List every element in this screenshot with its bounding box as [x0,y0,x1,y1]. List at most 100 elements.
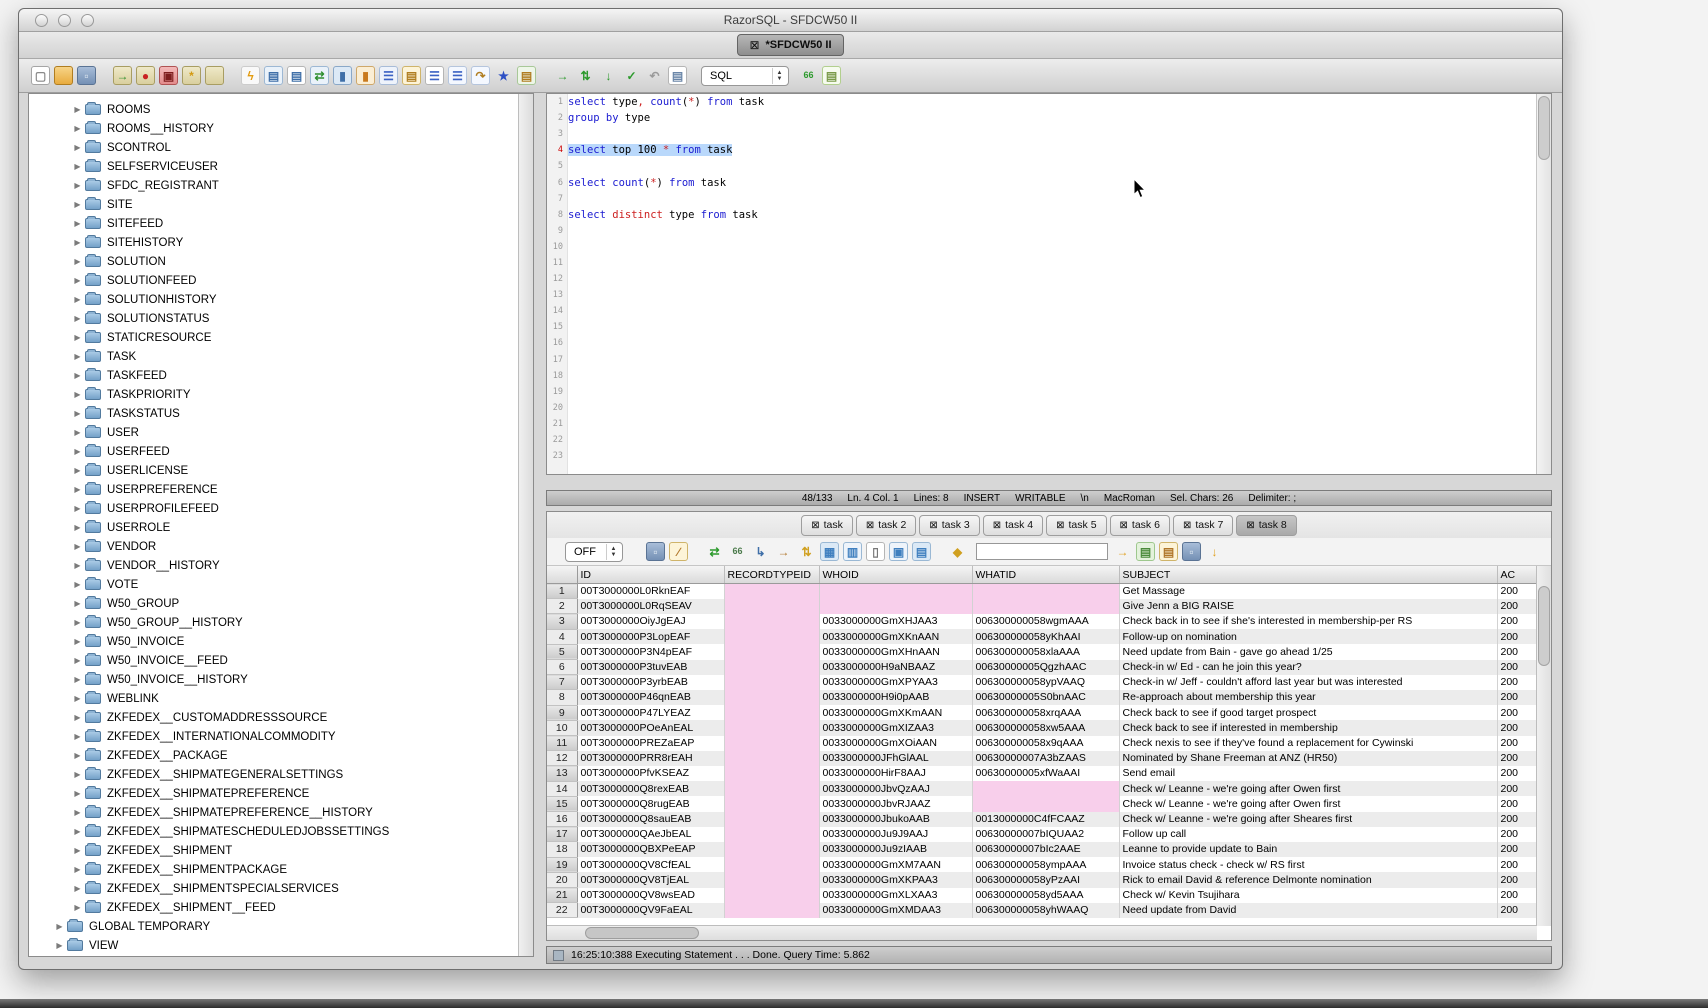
commit-icon[interactable]: ✓ [622,66,641,85]
result-tab-task-6[interactable]: ⊠task 6 [1110,515,1170,536]
tree-item[interactable]: ▶W50_GROUP [29,594,518,613]
tree-item[interactable]: ▶ZKFEDEX__SHIPMATEPREFERENCE [29,784,518,803]
table-cell[interactable]: 0013000000C4fFCAAZ [972,812,1119,827]
disclosure-triangle-icon[interactable]: ▶ [70,447,85,456]
disclosure-triangle-icon[interactable]: ▶ [70,466,85,475]
table-row[interactable]: 1300T3000000PfvKSEAZ0033000000HirF8AAJ00… [547,766,1551,781]
disclosure-triangle-icon[interactable]: ▶ [70,276,85,285]
tree-item[interactable]: ▶SITEFEED [29,214,518,233]
table-row[interactable]: 1100T3000000PREZaEAP0033000000GmXOiAAN00… [547,736,1551,751]
table-cell[interactable]: 006300000058yhWAAQ [972,903,1119,918]
editor-line[interactable]: 18 [547,368,1536,384]
editor-line[interactable]: 2group by type [547,110,1536,126]
tree-item[interactable]: ▶USERPROFILEFEED [29,499,518,518]
disconnect-database-icon[interactable]: ● [136,66,155,85]
table-cell[interactable]: Check w/ Leanne - we're going after Shea… [1119,812,1497,827]
table-cell[interactable]: 0033000000GmXOiAAN [819,736,972,751]
table-cell[interactable] [819,584,972,599]
copy-rows-icon[interactable]: ▣ [889,542,908,561]
insert-row-icon[interactable]: → [774,542,793,561]
panel-splitter[interactable] [534,93,546,957]
result-tab-task-5[interactable]: ⊠task 5 [1046,515,1106,536]
table-cell[interactable] [724,827,819,842]
table-cell[interactable] [724,796,819,811]
editor-line[interactable]: 6select count(*) from task [547,174,1536,190]
column-header-recordtypeid[interactable]: RECORDTYPEID [724,566,819,584]
help-book-icon[interactable]: ▮ [356,66,375,85]
edit-cell-icon[interactable]: ↳ [751,542,770,561]
table-row[interactable]: 2000T3000000QV8TjEAL0033000000GmXKPAA300… [547,872,1551,887]
table-cell[interactable]: 00630000005QgzhAAC [972,660,1119,675]
table-cell[interactable]: Nominated by Shane Freeman at ANZ (HR50) [1119,751,1497,766]
close-tab-icon[interactable]: ⊠ [811,520,819,531]
disclosure-triangle-icon[interactable]: ▶ [70,580,85,589]
disclosure-triangle-icon[interactable]: ▶ [70,903,85,912]
tree-item[interactable]: ▶VENDOR__HISTORY [29,556,518,575]
editor-line[interactable]: 20 [547,400,1536,416]
table-cell[interactable] [724,781,819,796]
table-cell[interactable]: 0033000000GmXHJAA3 [819,614,972,629]
tree-item[interactable]: ▶W50_INVOICE [29,632,518,651]
export-table-icon[interactable]: ▤ [517,66,536,85]
table-cell[interactable] [724,599,819,614]
disclosure-triangle-icon[interactable]: ▶ [70,827,85,836]
table-cell[interactable] [972,599,1119,614]
table-cell[interactable]: 00T3000000PREZaEAP [577,736,724,751]
table-row[interactable]: 100T3000000L0RknEAFGet Massage200 [547,584,1551,599]
table-cell[interactable]: 00T3000000QV8wsEAD [577,888,724,903]
table-cell[interactable]: 00T3000000PfvKSEAZ [577,766,724,781]
grid-horizontal-scrollbar[interactable] [547,925,1537,940]
table-row[interactable]: 2200T3000000QV9FaEAL0033000000GmXMDAA300… [547,903,1551,918]
editor-line[interactable]: 19 [547,384,1536,400]
table-cell[interactable]: 0033000000HirF8AAJ [819,766,972,781]
disclosure-triangle-icon[interactable]: ▶ [70,751,85,760]
format-sql-icon[interactable]: ☰ [425,66,444,85]
disclosure-triangle-icon[interactable]: ▶ [70,865,85,874]
table-row[interactable]: 1900T3000000QV8CfEAL0033000000GmXM7AAN00… [547,857,1551,872]
tree-item[interactable]: ▶ZKFEDEX__SHIPMENT__FEED [29,898,518,917]
table-cell[interactable]: 00T3000000P3tuvEAB [577,660,724,675]
table-row[interactable]: 600T3000000P3tuvEAB0033000000H9aNBAAZ006… [547,660,1551,675]
tree-item[interactable]: ▶VOTE [29,575,518,594]
table-row[interactable]: 1800T3000000QBXPeEAP0033000000Ju9zIAAB00… [547,842,1551,857]
convert-sql-icon[interactable]: ↷ [471,66,490,85]
result-tab-task-3[interactable]: ⊠task 3 [919,515,979,536]
disclosure-triangle-icon[interactable]: ▶ [70,808,85,817]
results-table[interactable]: IDRECORDTYPEIDWHOIDWHATIDSUBJECTAC100T30… [547,566,1551,918]
tree-item[interactable]: ▶USERLICENSE [29,461,518,480]
disclosure-triangle-icon[interactable]: ▶ [70,732,85,741]
disclosure-triangle-icon[interactable]: ▶ [70,713,85,722]
tree-item[interactable]: ▶SELFSERVICEUSER [29,157,518,176]
disclosure-triangle-icon[interactable]: ▶ [70,371,85,380]
rollback-icon[interactable]: ↶ [645,66,664,85]
editor-line[interactable]: 13 [547,287,1536,303]
table-cell[interactable] [972,796,1119,811]
column-header-whatid[interactable]: WHATID [972,566,1119,584]
result-tab-task-7[interactable]: ⊠task 7 [1173,515,1233,536]
editor-scrollbar[interactable] [1536,94,1551,474]
table-cell[interactable] [724,614,819,629]
sort-rows-icon[interactable]: ⇅ [797,542,816,561]
table-cell[interactable] [724,857,819,872]
table-cell[interactable]: 00630000007A3bZAAS [972,751,1119,766]
table-row[interactable]: 1700T3000000QAeJbEAL0033000000Ju9J9AAJ00… [547,827,1551,842]
disclosure-triangle-icon[interactable]: ▶ [70,485,85,494]
disclosure-triangle-icon[interactable]: ▶ [70,675,85,684]
disclosure-triangle-icon[interactable]: ▶ [70,599,85,608]
table-cell[interactable]: Need update from Bain - gave go ahead 1/… [1119,644,1497,659]
disclosure-triangle-icon[interactable]: ▶ [70,523,85,532]
disclosure-triangle-icon[interactable]: ▶ [70,143,85,152]
editor-line[interactable]: 15 [547,319,1536,335]
search-next-icon[interactable]: → [1113,542,1132,561]
editor-line[interactable]: 1select type, count(*) from task [547,94,1536,110]
editor-line[interactable]: 3 [547,126,1536,142]
table-cell[interactable]: 00T3000000QV9FaEAL [577,903,724,918]
table-row[interactable]: 500T3000000P3N4pEAF0033000000GmXHnAAN006… [547,644,1551,659]
grid-search-input[interactable] [976,543,1108,560]
document-tab[interactable]: ⊠ *SFDCW50 II [737,34,843,56]
tree-item[interactable]: ▶SOLUTIONHISTORY [29,290,518,309]
table-cell[interactable]: 00T3000000P46qnEAB [577,690,724,705]
tree-item[interactable]: ▶VENDOR [29,537,518,556]
close-tab-icon[interactable]: ⊠ [1246,520,1254,531]
disclosure-triangle-icon[interactable]: ▶ [70,770,85,779]
